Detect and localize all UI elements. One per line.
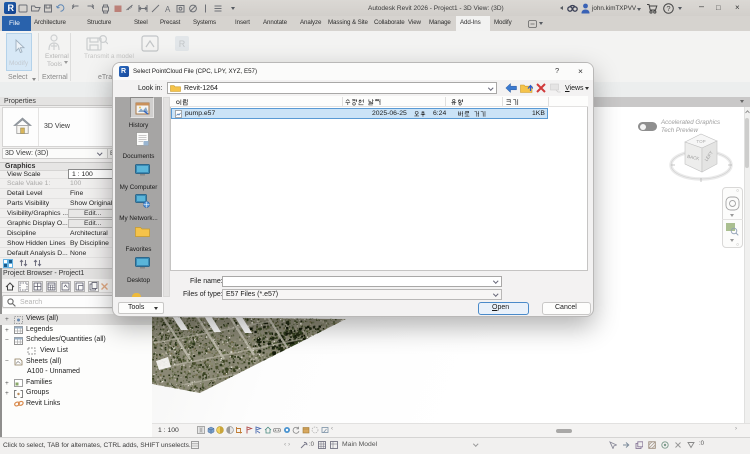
svg-text:?: ? xyxy=(666,4,670,13)
svg-text:R: R xyxy=(179,39,186,49)
svg-text:A: A xyxy=(165,5,171,14)
svg-text:TOP: TOP xyxy=(696,139,705,144)
